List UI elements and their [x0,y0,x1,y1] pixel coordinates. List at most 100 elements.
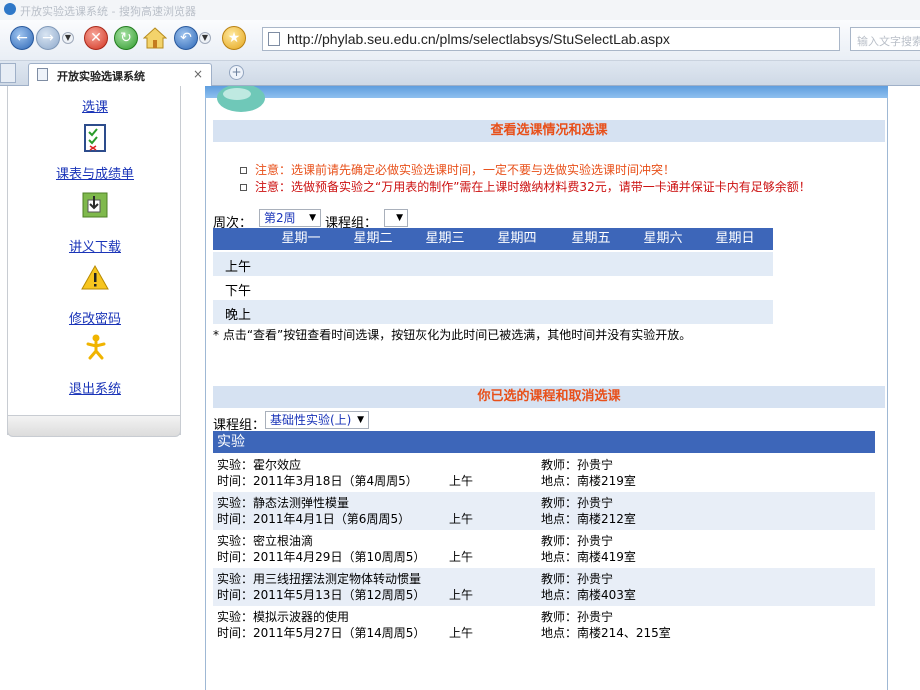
undo-dropdown-button[interactable]: ▼ [199,32,211,44]
course-time: 时间：2011年4月1日（第6周周5） [217,512,411,526]
table-header-cell: 星期五 [571,231,611,246]
tab-active[interactable]: 开放实验选课系统 × [28,63,212,86]
course-slot: 上午 [449,474,474,488]
table-header-cell: 星期二 [353,231,393,246]
undo-close-button[interactable]: ↶ [174,26,198,50]
chevron-down-icon: ▼ [309,213,316,223]
notice-item: 注意：选做预备实验之“万用表的制作”需在上课时缴纳材料费32元，请带一卡通并保证… [240,178,811,195]
week-select-value: 第2周 [264,211,296,225]
banner-logo-icon [217,86,265,112]
table-header-cell: 星期六 [643,231,683,246]
tab-label: 开放实验选课系统 [57,70,145,83]
table-header-cell: 星期三 [425,231,465,246]
course-place: 地点：南楼219室 [541,474,636,488]
course-time: 时间：2011年5月13日（第12周周5） [217,588,426,602]
nav-link-logout[interactable]: 退出系统 [8,378,182,397]
warning-icon [81,264,109,290]
page-content: 选课 课表与成绩单 讲义下载 修改密码 退出系统 查看选课情况和选课 注意：选课… [0,86,920,690]
course-place: 地点：南楼419室 [541,550,636,564]
course-row: 实验：用三线扭摆法测定物体转动惯量 时间：2011年5月13日（第12周周5） … [213,568,875,606]
home-icon [142,27,168,49]
course-slot: 上午 [449,588,474,602]
course-row: 实验：密立根油滴 时间：2011年4月29日（第10周周5） 上午 教师：孙贵宁… [213,530,875,568]
address-bar[interactable]: http://phylab.seu.edu.cn/plms/selectlabs… [262,27,840,51]
download-icon [82,192,108,218]
course-teacher: 教师：孙贵宁 [541,572,614,586]
history-dropdown-button[interactable]: ▼ [62,32,74,44]
section-title-selected: 你已选的课程和取消选课 [213,386,885,408]
left-nav-footer [7,415,181,437]
course-name: 实验：密立根油滴 [217,534,314,548]
browser-toolbar: ← → ▼ ✕ ↻ ↶ ▼ ★ http://phylab.seu.edu.cn… [0,20,920,61]
course-place: 地点：南楼403室 [541,588,636,602]
selected-group-value: 基础性实验(上) [270,413,352,427]
notice-text: 注意：选课前请先确定必做实验选课时间，一定不要与选做实验选课时间冲突！ [255,163,676,177]
right-margin [888,86,920,690]
favorites-button[interactable]: ★ [222,26,246,50]
course-slot: 上午 [449,550,474,564]
course-teacher: 教师：孙贵宁 [541,534,614,548]
chevron-down-icon: ▼ [357,415,364,425]
chevron-down-icon: ▼ [396,213,403,223]
left-nav-panel: 选课 课表与成绩单 讲义下载 修改密码 退出系统 [7,86,181,435]
course-slot: 上午 [449,626,474,640]
course-teacher: 教师：孙贵宁 [541,610,614,624]
back-button[interactable]: ← [10,26,34,50]
table-row: 上午 [213,252,773,276]
course-time: 时间：2011年5月27日（第14周周5） [217,626,426,640]
browser-logo-icon [4,3,16,15]
course-group-select[interactable]: ▼ [384,209,408,227]
close-icon[interactable]: × [193,67,203,81]
person-icon [86,334,106,360]
course-teacher: 教师：孙贵宁 [541,458,614,472]
course-row: 实验：静态法测弹性模量 时间：2011年4月1日（第6周周5） 上午 教师：孙贵… [213,492,875,530]
stop-button[interactable]: ✕ [84,26,108,50]
selected-group-select[interactable]: 基础性实验(上) ▼ [265,411,369,429]
course-teacher: 教师：孙贵宁 [541,496,614,510]
course-name: 实验：霍尔效应 [217,458,302,472]
home-button[interactable] [142,26,168,50]
period-label: 上午 [225,260,252,275]
tab-bar: 开放实验选课系统 × + [0,61,920,86]
page-icon [37,68,48,81]
new-tab-button[interactable]: + [229,65,244,80]
course-place: 地点：南楼214、215室 [541,626,671,640]
course-row: 实验：模拟示波器的使用 时间：2011年5月27日（第14周周5） 上午 教师：… [213,606,875,644]
section-title-select: 查看选课情况和选课 [213,120,885,142]
week-table-note: * 点击“查看”按钮查看时间选课，按钮灰化为此时间已被选满，其他时间并没有实验开… [213,328,692,342]
search-placeholder: 输入文字搜索 [857,35,920,48]
course-time: 时间：2011年3月18日（第4周周5） [217,474,418,488]
table-row: 下午 [213,276,773,300]
address-url: http://phylab.seu.edu.cn/plms/selectlabs… [287,31,670,47]
nav-link-change-password[interactable]: 修改密码 [8,308,182,327]
table-header-cell: 星期日 [715,231,755,246]
bullet-icon [240,167,247,174]
table-row: 晚上 [213,300,773,324]
forward-button[interactable]: → [36,26,60,50]
course-row: 实验：霍尔效应 时间：2011年3月18日（第4周周5） 上午 教师：孙贵宁 地… [213,454,875,492]
refresh-button[interactable]: ↻ [114,26,138,50]
period-label: 晚上 [225,308,252,323]
course-name: 实验：静态法测弹性模量 [217,496,350,510]
nav-link-schedule[interactable]: 课表与成绩单 [8,163,182,182]
course-slot: 上午 [449,512,474,526]
nav-link-handout-download[interactable]: 讲义下载 [8,236,182,255]
notice-item: 注意：选课前请先确定必做实验选课时间，一定不要与选做实验选课时间冲突！ [240,161,675,178]
bullet-icon [240,184,247,191]
search-input[interactable]: 输入文字搜索 [850,27,920,51]
window-title: 开放实验选课系统 - 搜狗高速浏览器 [20,5,196,18]
nav-link-select-course[interactable]: 选课 [8,96,182,115]
course-place: 地点：南楼212室 [541,512,636,526]
period-label: 下午 [225,284,252,299]
table-header-cell: 星期四 [497,231,537,246]
checklist-icon [84,124,106,152]
page-icon [268,32,280,46]
week-select[interactable]: 第2周 ▼ [259,209,321,227]
table-header: 星期一 星期二 星期三 星期四 星期五 星期六 星期日 [213,228,773,250]
sidebar-toggle-button[interactable] [0,63,16,83]
header-banner [205,86,888,98]
table-header-cell: 星期一 [281,231,321,246]
notice-text: 注意：选做预备实验之“万用表的制作”需在上课时缴纳材料费32元，请带一卡通并保证… [255,180,811,194]
window-title-bar: 开放实验选课系统 - 搜狗高速浏览器 [0,0,920,21]
course-list-header: 实验 [213,431,875,453]
